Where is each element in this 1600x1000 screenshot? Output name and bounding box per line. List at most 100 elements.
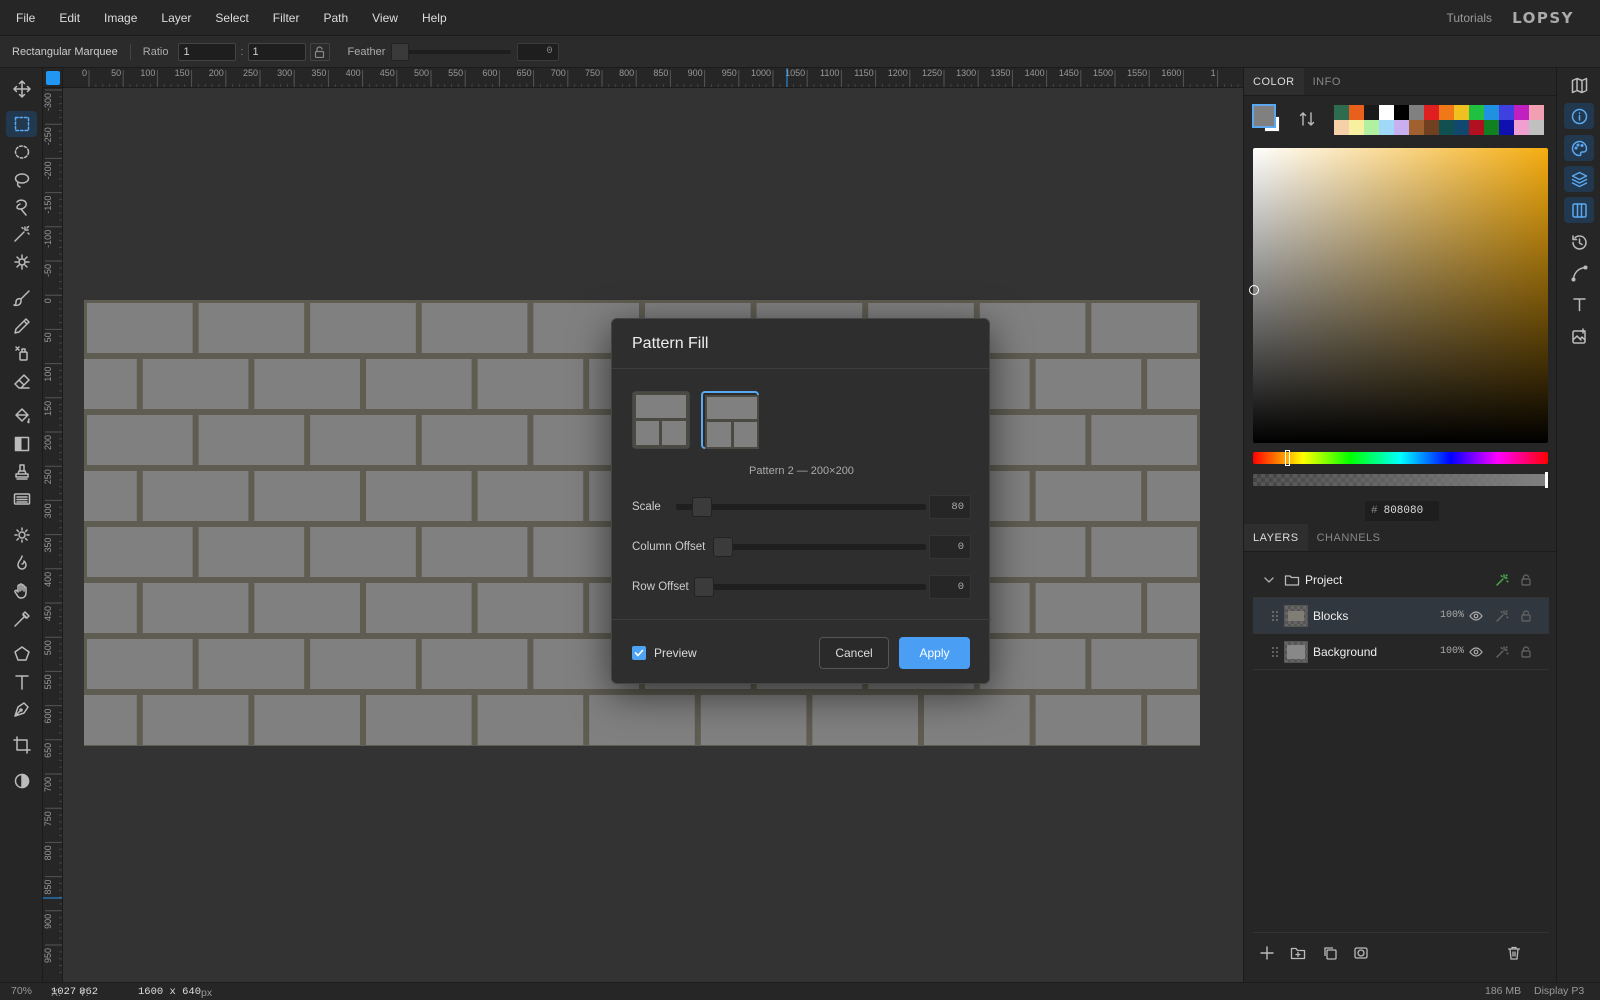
- scale-slider-track[interactable]: [676, 504, 926, 510]
- pattern-option-1[interactable]: [632, 391, 690, 449]
- clone-tool[interactable]: [6, 340, 37, 366]
- menu-edit[interactable]: Edit: [47, 11, 92, 25]
- hex-input[interactable]: #808080: [1365, 501, 1439, 521]
- drag-handle-icon[interactable]: [1271, 645, 1279, 659]
- preview-label[interactable]: Preview: [654, 646, 697, 660]
- color-swatch[interactable]: [1514, 120, 1529, 135]
- tab-layers[interactable]: LAYERS: [1244, 524, 1308, 551]
- feather-slider-thumb[interactable]: [391, 42, 410, 61]
- menu-help[interactable]: Help: [410, 11, 459, 25]
- stamp-tool[interactable]: [6, 459, 37, 485]
- color-swatch[interactable]: [1484, 120, 1499, 135]
- pencil-tool[interactable]: [6, 313, 37, 339]
- adjustment-tool[interactable]: [6, 768, 37, 794]
- image-panel-button[interactable]: [1564, 323, 1594, 349]
- ratio-width-input[interactable]: [178, 42, 237, 61]
- color-swatch[interactable]: [1469, 105, 1484, 120]
- ratio-height-input[interactable]: [247, 42, 306, 61]
- hand-tool[interactable]: [6, 578, 37, 604]
- color-swatch[interactable]: [1439, 120, 1454, 135]
- history-panel-button[interactable]: [1564, 229, 1594, 255]
- apply-button[interactable]: Apply: [899, 637, 970, 669]
- color-swatch[interactable]: [1409, 120, 1424, 135]
- color-swatch[interactable]: [1529, 120, 1544, 135]
- feather-value[interactable]: 0: [517, 42, 560, 61]
- paths-panel-button[interactable]: [1564, 260, 1594, 286]
- scale-slider-thumb[interactable]: [692, 497, 712, 517]
- column-offset-slider-thumb[interactable]: [713, 537, 733, 557]
- color-swatch[interactable]: [1379, 105, 1394, 120]
- color-swatch[interactable]: [1514, 105, 1529, 120]
- add-layer-icon[interactable]: [1259, 945, 1275, 961]
- quick-select-tool[interactable]: [6, 249, 37, 275]
- color-swatch[interactable]: [1334, 120, 1349, 135]
- foreground-color-swatch[interactable]: [1252, 104, 1276, 128]
- layer-opacity[interactable]: 100%: [1440, 634, 1464, 670]
- brush-tool[interactable]: [6, 285, 37, 311]
- color-swatch[interactable]: [1499, 120, 1514, 135]
- color-swatch[interactable]: [1424, 105, 1439, 120]
- eraser-tool[interactable]: [6, 368, 37, 394]
- layer-row-blocks[interactable]: Blocks 100%: [1253, 598, 1549, 634]
- effects-icon[interactable]: [1495, 645, 1509, 659]
- gradient-tool[interactable]: [6, 431, 37, 457]
- swap-colors-icon[interactable]: [1298, 110, 1316, 128]
- color-swatch[interactable]: [1409, 105, 1424, 120]
- menu-view[interactable]: View: [360, 11, 410, 25]
- color-swatch[interactable]: [1424, 120, 1439, 135]
- row-offset-value-input[interactable]: 0: [929, 575, 971, 599]
- color-swatch[interactable]: [1394, 105, 1409, 120]
- menu-path[interactable]: Path: [311, 11, 360, 25]
- tab-channels[interactable]: CHANNELS: [1308, 524, 1390, 551]
- color-swatch[interactable]: [1469, 120, 1484, 135]
- text-tool[interactable]: [6, 669, 37, 695]
- row-offset-slider-thumb[interactable]: [694, 577, 714, 597]
- menu-filter[interactable]: Filter: [261, 11, 312, 25]
- object-select-tool[interactable]: [6, 194, 37, 220]
- scale-value-input[interactable]: 80: [929, 495, 971, 519]
- tab-info[interactable]: INFO: [1304, 68, 1350, 95]
- lock-icon[interactable]: [1519, 573, 1533, 587]
- pattern-option-2[interactable]: [701, 391, 759, 449]
- zoom-level[interactable]: 70%: [11, 985, 32, 997]
- effects-icon[interactable]: [1495, 609, 1509, 623]
- lasso-tool[interactable]: [6, 167, 37, 193]
- color-swatch[interactable]: [1334, 105, 1349, 120]
- delete-layer-icon[interactable]: [1506, 945, 1522, 961]
- color-swatch[interactable]: [1364, 105, 1379, 120]
- feather-slider[interactable]: [391, 42, 512, 61]
- saturation-value-picker[interactable]: [1249, 148, 1548, 443]
- lock-icon[interactable]: [1519, 645, 1533, 659]
- pen-tool[interactable]: [6, 696, 37, 722]
- preview-checkbox[interactable]: [632, 646, 646, 660]
- bucket-tool[interactable]: [6, 403, 37, 429]
- color-swatch[interactable]: [1499, 105, 1514, 120]
- color-swatch[interactable]: [1379, 120, 1394, 135]
- color-swatch[interactable]: [1349, 105, 1364, 120]
- color-swatch[interactable]: [1454, 105, 1469, 120]
- hue-slider[interactable]: [1253, 450, 1548, 466]
- color-swatch[interactable]: [1484, 105, 1499, 120]
- color-panel-button[interactable]: [1564, 135, 1594, 161]
- ruler-corner[interactable]: [43, 68, 63, 88]
- burn-tool[interactable]: [6, 550, 37, 576]
- ellipse-marquee-tool[interactable]: [6, 139, 37, 165]
- eye-icon[interactable]: [1469, 645, 1483, 659]
- character-panel-button[interactable]: [1564, 291, 1594, 317]
- vertical-ruler[interactable]: -300 -250 -200 -150 -100 -50 0 50 100 150 200 250 30…: [43, 88, 63, 982]
- magic-wand-tool[interactable]: [6, 221, 37, 247]
- ratio-lock-button[interactable]: [309, 42, 330, 61]
- cancel-button[interactable]: Cancel: [819, 637, 889, 669]
- tutorials-link[interactable]: Tutorials: [1446, 11, 1492, 25]
- color-swatch[interactable]: [1349, 120, 1364, 135]
- shape-tool[interactable]: [6, 641, 37, 667]
- row-offset-slider-track[interactable]: [696, 584, 926, 590]
- color-swatch[interactable]: [1529, 105, 1544, 120]
- pattern-tool[interactable]: [6, 486, 37, 512]
- layers-panel-button[interactable]: [1564, 166, 1594, 192]
- color-swatch[interactable]: [1454, 120, 1469, 135]
- eyedropper-tool[interactable]: [6, 606, 37, 632]
- menu-select[interactable]: Select: [203, 11, 260, 25]
- column-offset-slider-track[interactable]: [716, 544, 926, 550]
- duplicate-layer-icon[interactable]: [1322, 945, 1338, 961]
